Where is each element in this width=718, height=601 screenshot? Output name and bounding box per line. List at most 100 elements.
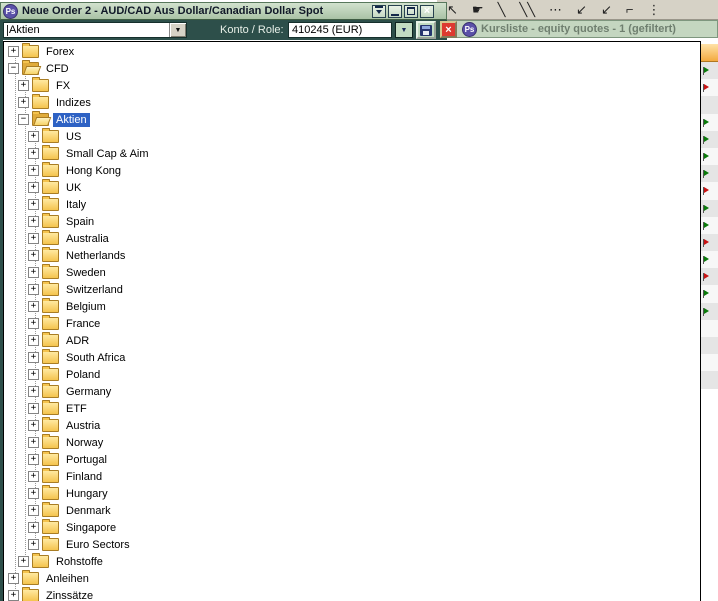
expand-toggle[interactable]: +: [28, 454, 39, 465]
tree-item-label[interactable]: Euro Sectors: [63, 538, 133, 552]
tree-item-label[interactable]: FX: [53, 79, 73, 93]
expand-toggle[interactable]: +: [28, 182, 39, 193]
expand-toggle[interactable]: +: [28, 539, 39, 550]
tree-item[interactable]: + Netherlands: [4, 247, 700, 264]
instrument-combo-value[interactable]: Aktien: [4, 23, 169, 37]
tree-item-label[interactable]: Singapore: [63, 521, 119, 535]
expand-toggle[interactable]: +: [28, 505, 39, 516]
expand-toggle[interactable]: +: [8, 590, 19, 601]
tree-item[interactable]: + Euro Sectors: [4, 536, 700, 553]
hand-icon[interactable]: ☛: [472, 0, 484, 19]
tree-item[interactable]: + Germany: [4, 383, 700, 400]
quote-row[interactable]: [701, 233, 718, 252]
tree-item-label[interactable]: Hungary: [63, 487, 111, 501]
expand-toggle[interactable]: +: [28, 522, 39, 533]
tree-item-label[interactable]: Germany: [63, 385, 114, 399]
minimize-button[interactable]: [388, 4, 402, 18]
expand-toggle[interactable]: +: [28, 352, 39, 363]
tree-item-label[interactable]: Poland: [63, 368, 103, 382]
expand-toggle[interactable]: +: [18, 556, 29, 567]
tree-item[interactable]: + Singapore: [4, 519, 700, 536]
tree-item-label[interactable]: Rohstoffe: [53, 555, 106, 569]
tree-item[interactable]: + Hong Kong: [4, 162, 700, 179]
maximize-button[interactable]: [404, 4, 418, 18]
tree-item-label[interactable]: Denmark: [63, 504, 114, 518]
quote-row[interactable]: [701, 130, 718, 148]
expand-toggle[interactable]: +: [28, 471, 39, 482]
expand-toggle[interactable]: +: [28, 267, 39, 278]
tree-item-label[interactable]: Australia: [63, 232, 112, 246]
quote-row[interactable]: [701, 285, 718, 303]
expand-toggle[interactable]: +: [18, 80, 29, 91]
tree-item-label[interactable]: Norway: [63, 436, 106, 450]
tree-item-label[interactable]: Switzerland: [63, 283, 126, 297]
annotate-arrow-icon[interactable]: ↙: [576, 0, 587, 19]
quote-row[interactable]: [701, 79, 718, 97]
shade-button[interactable]: [372, 4, 386, 18]
ruler-icon[interactable]: ⋮: [647, 0, 660, 19]
tree-item[interactable]: + ETF: [4, 400, 700, 417]
big-arrow-icon[interactable]: ↙: [601, 0, 612, 19]
tree-item[interactable]: + Anleihen: [4, 570, 700, 587]
tree-item-label[interactable]: US: [63, 130, 84, 144]
quote-row[interactable]: [701, 113, 718, 131]
tree-item-label[interactable]: Italy: [63, 198, 89, 212]
marker-icon[interactable]: ⌐: [626, 0, 634, 19]
tree-item-label[interactable]: Spain: [63, 215, 97, 229]
tree-item-label[interactable]: Zinssätze: [43, 589, 96, 601]
expand-toggle[interactable]: +: [28, 216, 39, 227]
quote-row[interactable]: [701, 302, 718, 320]
tree-item[interactable]: + Rohstoffe: [4, 553, 700, 570]
tree-item[interactable]: + Portugal: [4, 451, 700, 468]
expand-toggle[interactable]: +: [8, 46, 19, 57]
red-close-button[interactable]: ×: [440, 21, 457, 38]
tree-item-label[interactable]: UK: [63, 181, 84, 195]
tree-item-label[interactable]: Netherlands: [63, 249, 128, 263]
tree-item[interactable]: + Italy: [4, 196, 700, 213]
expand-toggle[interactable]: +: [28, 199, 39, 210]
tree-item-label[interactable]: France: [63, 317, 103, 331]
quote-row[interactable]: [701, 268, 718, 286]
close-button[interactable]: ×: [420, 4, 434, 18]
tree-item-label[interactable]: ADR: [63, 334, 92, 348]
quote-row[interactable]: [701, 62, 718, 80]
quote-row[interactable]: [701, 354, 718, 372]
account-chevron-down-icon[interactable]: ▼: [395, 22, 413, 38]
quote-row[interactable]: [701, 147, 718, 166]
tree-item[interactable]: + ADR: [4, 332, 700, 349]
quote-row[interactable]: [701, 165, 718, 183]
collapse-toggle[interactable]: −: [8, 63, 19, 74]
tree-item-label[interactable]: South Africa: [63, 351, 128, 365]
expand-toggle[interactable]: +: [28, 250, 39, 261]
tree-item[interactable]: + Denmark: [4, 502, 700, 519]
tree-item-label[interactable]: Forex: [43, 45, 77, 59]
tree-item[interactable]: + Zinssätze: [4, 587, 700, 601]
quote-row[interactable]: [701, 182, 718, 200]
quote-row[interactable]: [701, 319, 718, 337]
tree-item[interactable]: + Austria: [4, 417, 700, 434]
expand-toggle[interactable]: +: [8, 573, 19, 584]
tree-item-label[interactable]: Belgium: [63, 300, 109, 314]
tree-item-label[interactable]: Small Cap & Aim: [63, 147, 152, 161]
expand-toggle[interactable]: +: [28, 318, 39, 329]
instrument-combobox[interactable]: Aktien ▼: [3, 22, 187, 38]
expand-toggle[interactable]: +: [28, 301, 39, 312]
collapse-toggle[interactable]: −: [18, 114, 29, 125]
quote-column-header[interactable]: [701, 44, 718, 62]
tree-item[interactable]: + Hungary: [4, 485, 700, 502]
tree-item[interactable]: + Sweden: [4, 264, 700, 281]
tree-item[interactable]: + Finland: [4, 468, 700, 485]
expand-toggle[interactable]: +: [28, 233, 39, 244]
expand-toggle[interactable]: +: [28, 165, 39, 176]
expand-toggle[interactable]: +: [28, 335, 39, 346]
tree-item[interactable]: + France: [4, 315, 700, 332]
double-line-icon[interactable]: ╲╲: [519, 0, 535, 19]
tree-item[interactable]: + Small Cap & Aim: [4, 145, 700, 162]
expand-toggle[interactable]: +: [28, 284, 39, 295]
expand-toggle[interactable]: +: [28, 131, 39, 142]
tree-item[interactable]: + Switzerland: [4, 281, 700, 298]
tree-item[interactable]: − CFD: [4, 60, 700, 77]
expand-toggle[interactable]: +: [18, 97, 29, 108]
pointer-icon[interactable]: ↖: [447, 0, 458, 19]
tree-item-label[interactable]: Sweden: [63, 266, 109, 280]
